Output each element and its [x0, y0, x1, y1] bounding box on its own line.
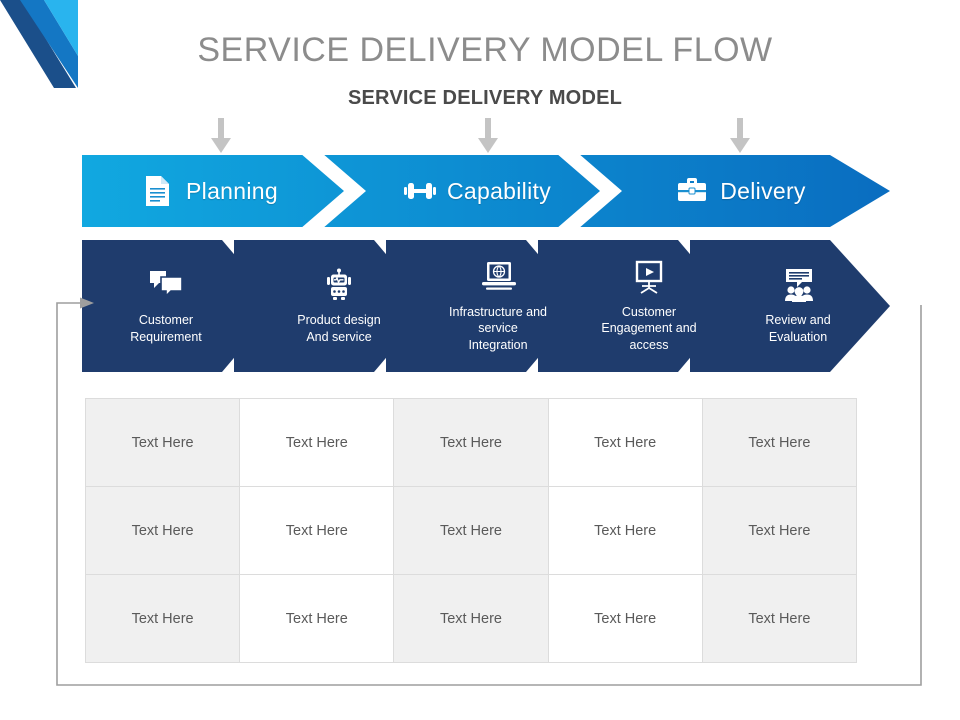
company-logo	[0, 0, 95, 90]
table-cell[interactable]: Text Here	[393, 486, 549, 575]
table-cell[interactable]: Text Here	[84, 398, 241, 487]
table-cell[interactable]: Text Here	[701, 398, 858, 487]
table-row: Text Here Text Here Text Here Text Here …	[84, 398, 858, 487]
table-row: Text Here Text Here Text Here Text Here …	[84, 574, 858, 663]
table-cell[interactable]: Text Here	[393, 574, 549, 663]
table-cell[interactable]: Text Here	[239, 398, 395, 487]
table-cell[interactable]: Text Here	[84, 486, 241, 575]
top-stage-band	[82, 155, 890, 227]
down-arrow-delivery	[729, 118, 751, 154]
table-cell[interactable]: Text Here	[547, 486, 703, 575]
down-arrow-planning	[210, 118, 232, 154]
table-cell[interactable]: Text Here	[393, 398, 549, 487]
table-cell[interactable]: Text Here	[84, 574, 241, 663]
table-cell[interactable]: Text Here	[239, 574, 395, 663]
table-row: Text Here Text Here Text Here Text Here …	[84, 486, 858, 575]
table-cell[interactable]: Text Here	[547, 398, 703, 487]
slide-canvas: SERVICE DELIVERY MODEL FLOW SERVICE DELI…	[0, 0, 960, 720]
table-cell[interactable]: Text Here	[701, 486, 858, 575]
table-cell[interactable]: Text Here	[701, 574, 858, 663]
table-cell[interactable]: Text Here	[239, 486, 395, 575]
down-arrow-capability	[477, 118, 499, 154]
content-table: Text Here Text Here Text Here Text Here …	[84, 398, 858, 663]
page-subtitle: SERVICE DELIVERY MODEL	[347, 87, 623, 109]
page-title: SERVICE DELIVERY MODEL FLOW	[197, 31, 773, 69]
table-cell[interactable]: Text Here	[547, 574, 703, 663]
